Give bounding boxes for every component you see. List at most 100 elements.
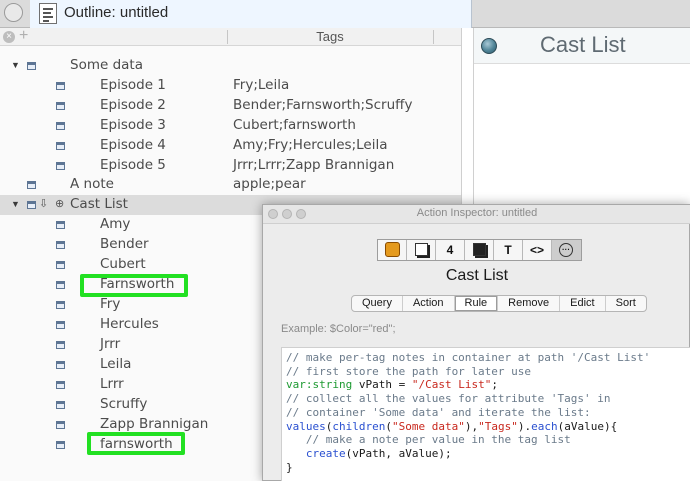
tab-sort[interactable]: Sort (606, 296, 646, 311)
text-icon[interactable]: T (494, 240, 523, 260)
outline-document-icon (39, 3, 57, 24)
note-icon (56, 321, 65, 329)
inspector-title: Action Inspector: untitled (416, 207, 538, 219)
hand-icon[interactable] (378, 240, 407, 260)
column-header: × + Tags (0, 28, 461, 46)
tab-title: Outline: untitled (64, 4, 169, 21)
note-title[interactable]: Cast List (70, 196, 128, 212)
outline-row[interactable]: A note apple;pear (0, 175, 461, 195)
inspector-toolbar: 4 T <> ··· (377, 239, 582, 261)
tags-value[interactable]: Bender;Farnsworth;Scruffy (233, 97, 412, 113)
note-title[interactable]: Episode 4 (100, 137, 166, 153)
outline-row[interactable]: Episode 2 Bender;Farnsworth;Scruffy (0, 96, 461, 116)
code-line: values(children("Some data"),"Tags").eac… (286, 419, 618, 433)
inspector-titlebar[interactable]: Action Inspector: untitled (263, 205, 690, 224)
code-line: // container 'Some data' and iterate the… (286, 405, 591, 419)
highlight-box-farnsworth-lowercase (87, 432, 185, 455)
note-icon (56, 401, 65, 409)
note-icon (56, 301, 65, 309)
outline-row[interactable]: Episode 4 Amy;Fry;Hercules;Leila (0, 136, 461, 156)
disclosure-triangle-icon[interactable]: ▼ (11, 199, 20, 209)
tab-close-button[interactable] (4, 3, 23, 22)
add-child-icon[interactable]: ⊕ (55, 197, 64, 210)
tags-value[interactable]: apple;pear (233, 176, 306, 192)
note-title[interactable]: Episode 1 (100, 77, 166, 93)
note-title[interactable]: Fry (100, 296, 120, 312)
note-icon (27, 62, 36, 70)
action-inspector-window: Action Inspector: untitled 4 T <> ··· Ca… (262, 204, 690, 481)
column-divider[interactable] (433, 30, 434, 44)
note-icon (56, 341, 65, 349)
text-pane-title[interactable]: Cast List (540, 32, 626, 58)
note-icon (56, 441, 65, 449)
code-line: var:string vPath = "/Cast List"; (286, 378, 498, 392)
tab-remove[interactable]: Remove (498, 296, 561, 311)
note-icon (56, 281, 65, 289)
note-icon (27, 201, 36, 209)
note-title[interactable]: Cubert (100, 256, 146, 272)
outline-row[interactable]: ▼ Some data (0, 56, 461, 76)
inspector-note-name: Cast List (445, 267, 509, 284)
note-icon (56, 261, 65, 269)
rule-code-editor[interactable]: // make per-tag notes in container at pa… (281, 347, 690, 481)
note-title[interactable]: Amy (100, 216, 130, 232)
code-line: // collect all the values for attribute … (286, 392, 611, 406)
move-down-icon[interactable]: ⇩ (39, 197, 48, 210)
note-icon (56, 162, 65, 170)
text-pane-header: Cast List (474, 28, 690, 64)
note-title[interactable]: Some data (70, 57, 143, 73)
note-title[interactable]: A note (70, 176, 114, 192)
more-icon[interactable]: ··· (552, 240, 581, 260)
appearance-icon[interactable] (407, 240, 436, 260)
tags-value[interactable]: Fry;Leila (233, 77, 289, 93)
note-badge-icon (481, 38, 497, 54)
shadow-icon[interactable] (465, 240, 494, 260)
number-four-icon[interactable]: 4 (436, 240, 465, 260)
note-title[interactable]: Bender (100, 236, 149, 252)
column-divider[interactable] (227, 30, 228, 44)
tab-action[interactable]: Action (403, 296, 455, 311)
tab-query[interactable]: Query (352, 296, 403, 311)
note-title[interactable]: Episode 3 (100, 117, 166, 133)
note-icon (56, 102, 65, 110)
tab-outline-untitled[interactable]: Outline: untitled (30, 0, 472, 28)
clear-icon[interactable]: × (3, 31, 15, 43)
outline-row[interactable]: Episode 5 Jrrr;Lrrr;Zapp Brannigan (0, 156, 461, 176)
note-title[interactable]: Episode 5 (100, 157, 166, 173)
tab-bar: Outline: untitled (0, 0, 690, 28)
tab-edict[interactable]: Edict (560, 296, 606, 311)
code-icon[interactable]: <> (523, 240, 552, 260)
note-icon (56, 82, 65, 90)
code-line: } (286, 460, 293, 474)
note-title[interactable]: Jrrr (100, 336, 120, 352)
note-title[interactable]: Lrrr (100, 376, 124, 392)
tags-value[interactable]: Amy;Fry;Hercules;Leila (233, 137, 388, 153)
code-line: // first store the path for later use (286, 364, 532, 378)
code-line: // make a note per value in the tag list (286, 433, 571, 447)
note-icon (27, 181, 36, 189)
tab-rule[interactable]: Rule (454, 296, 499, 311)
highlight-box-farnsworth (80, 274, 188, 297)
note-icon (56, 421, 65, 429)
code-line: create(vPath, aValue); (305, 446, 452, 460)
note-icon (56, 361, 65, 369)
tags-value[interactable]: Cubert;farnsworth (233, 117, 356, 133)
note-icon (56, 122, 65, 130)
note-title[interactable]: Scruffy (100, 396, 147, 412)
tags-value[interactable]: Jrrr;Lrrr;Zapp Brannigan (233, 157, 394, 173)
column-header-tags[interactable]: Tags (230, 29, 430, 44)
example-hint: Example: $Color="red"; (281, 323, 396, 335)
outline-row[interactable]: Episode 1 Fry;Leila (0, 76, 461, 96)
outline-row[interactable]: Episode 3 Cubert;farnsworth (0, 116, 461, 136)
add-column-icon[interactable]: + (19, 28, 28, 45)
note-title[interactable]: Hercules (100, 316, 159, 332)
note-icon (56, 381, 65, 389)
code-line: // make per-tag notes in container at pa… (286, 351, 651, 364)
note-title[interactable]: Leila (100, 356, 131, 372)
note-title[interactable]: Zapp Brannigan (100, 416, 208, 432)
note-icon (56, 241, 65, 249)
note-icon (56, 142, 65, 150)
note-icon (56, 221, 65, 229)
note-title[interactable]: Episode 2 (100, 97, 166, 113)
disclosure-triangle-icon[interactable]: ▼ (11, 60, 20, 70)
